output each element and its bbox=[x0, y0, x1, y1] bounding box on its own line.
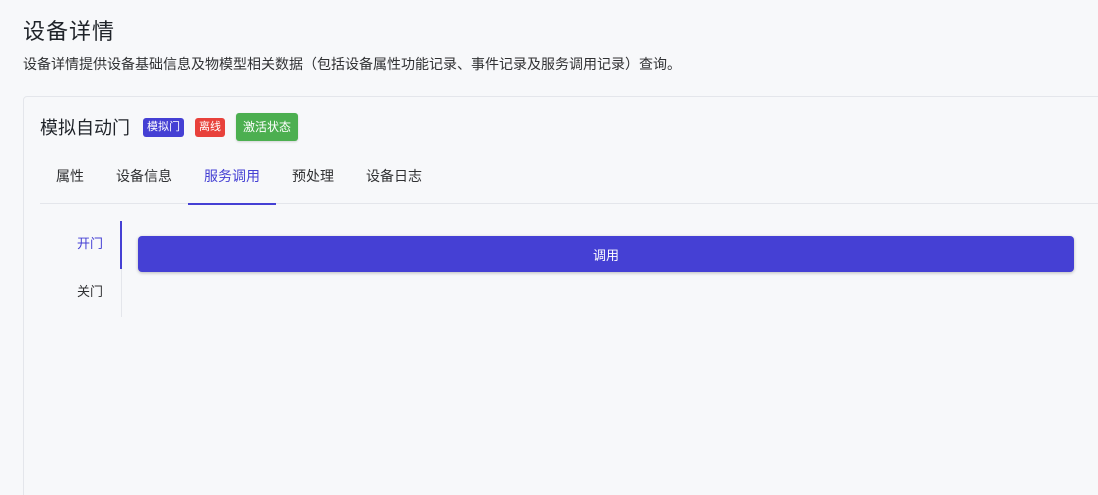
model-tag: 模拟门 bbox=[143, 117, 184, 137]
tab-service-invoke[interactable]: 服务调用 bbox=[188, 157, 276, 205]
page-description: 设备详情提供设备基础信息及物模型相关数据（包括设备属性功能记录、事件记录及服务调… bbox=[23, 57, 681, 73]
invoke-button[interactable]: 调用 bbox=[138, 236, 1074, 272]
service-item-close-door[interactable]: 关门 bbox=[40, 269, 121, 317]
tab-properties[interactable]: 属性 bbox=[40, 157, 100, 204]
tab-device-info[interactable]: 设备信息 bbox=[100, 157, 188, 204]
tab-device-log[interactable]: 设备日志 bbox=[350, 157, 438, 204]
service-item-open-door[interactable]: 开门 bbox=[40, 221, 122, 269]
device-detail-page: 设备详情 设备详情提供设备基础信息及物模型相关数据（包括设备属性功能记录、事件记… bbox=[0, 0, 1098, 495]
service-list: 开门 关门 bbox=[40, 221, 122, 317]
tab-preprocess[interactable]: 预处理 bbox=[276, 157, 350, 204]
device-card: 模拟自动门 模拟门 离线 激活状态 属性 设备信息 服务调用 预处理 设备日志 … bbox=[23, 96, 1098, 495]
device-header: 模拟自动门 模拟门 离线 激活状态 bbox=[40, 113, 309, 141]
activation-status-button[interactable]: 激活状态 bbox=[236, 113, 299, 141]
tab-bar: 属性 设备信息 服务调用 预处理 设备日志 bbox=[40, 157, 1098, 205]
status-badge: 离线 bbox=[195, 117, 225, 137]
device-name: 模拟自动门 bbox=[40, 118, 130, 139]
page-title: 设备详情 bbox=[23, 20, 116, 45]
